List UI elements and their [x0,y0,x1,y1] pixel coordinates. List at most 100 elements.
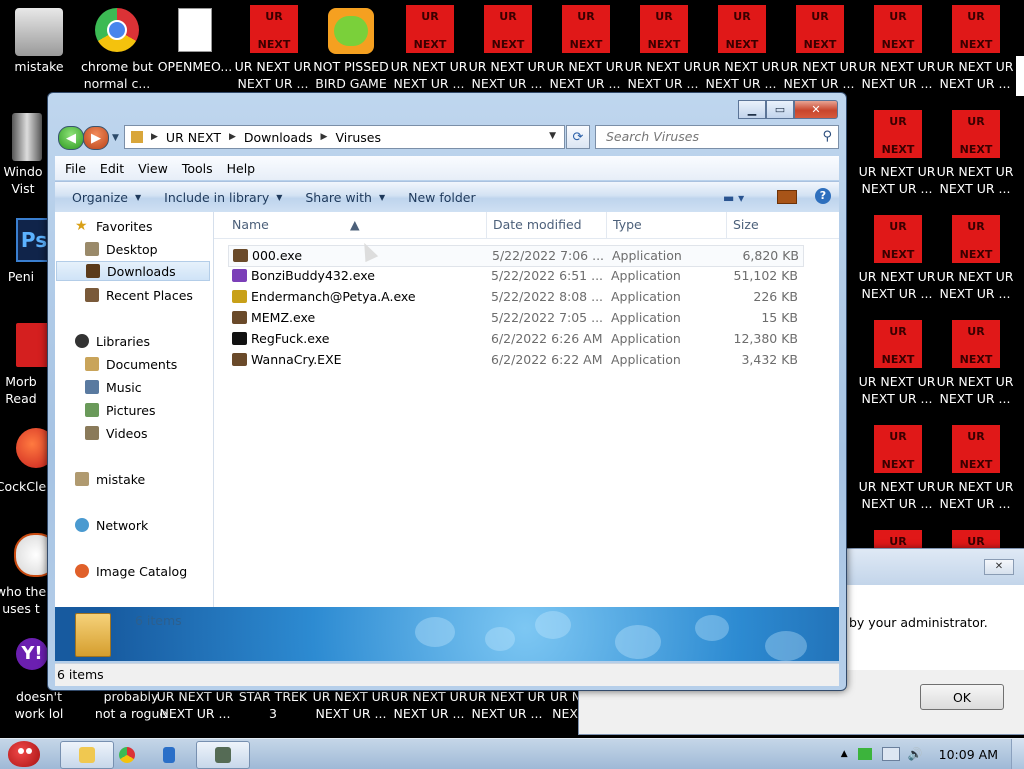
bird-eye [26,748,32,754]
desktop-icon-urnext[interactable]: UR NEXT UR NEXT UR NEXT UR ... [780,0,858,96]
organize-button[interactable]: Organize ▼ [72,190,141,205]
breadcrumb-downloads[interactable]: Downloads [244,130,313,145]
close-button[interactable]: ✕ [794,100,838,119]
breadcrumb-ur-next[interactable]: UR NEXT [166,130,221,145]
desktop-icon-urnext[interactable]: UR NEXT UR NEXT UR NEXT UR ... [546,0,624,96]
address-bar[interactable]: ▶ UR NEXT ▶ Downloads ▶ Viruses ▼ [124,125,565,149]
dialog-ok-button[interactable]: OK [920,684,1004,710]
address-dropdown-icon[interactable]: ▼ [549,131,556,141]
desktop-icon-urnext[interactable]: UR NEXT UR NEXT UR NEXT UR ... [936,105,1014,201]
nav-desktop[interactable]: Desktop [85,239,158,259]
desktop-icon-urnext[interactable]: UR NEXT UR NEXT UR NEXT UR ... [234,0,312,96]
include-in-library-button[interactable]: Include in library ▼ [164,190,282,205]
file-type: Application [611,268,681,283]
desktop-icon-label: UR NEXT UR NEXT UR ... [858,59,936,91]
recent-pages-dropdown[interactable]: ▼ [112,133,119,143]
desktop-icon-label: UR NEXT UR NEXT UR ... [624,59,702,91]
minimize-button[interactable]: ▁ [738,100,766,119]
desktop-icon-urnext[interactable]: UR NEXT UR NEXT UR NEXT UR ... [858,0,936,96]
share-with-button[interactable]: Share with ▼ [305,190,385,205]
back-button[interactable]: ◀ [58,126,84,150]
nav-label: Libraries [96,333,150,349]
desktop-icon-openmeo[interactable]: OPENMEO... [156,0,234,96]
show-desktop-button[interactable] [1011,739,1024,769]
forward-button[interactable]: ▶ [83,126,109,150]
nav-image-catalog[interactable]: Image Catalog [75,561,187,581]
network-icon [75,518,89,532]
chrome-icon [95,8,139,52]
desktop-icon-chrome[interactable]: chrome but normal c... [78,0,156,96]
power-icon[interactable] [857,748,872,760]
nav-documents[interactable]: Documents [85,354,177,374]
desktop-icon-urnext[interactable]: UR NEXT UR NEXT UR NEXT UR ... [936,210,1014,306]
nav-pictures[interactable]: Pictures [85,400,156,420]
refresh-button[interactable]: ⟳ [566,125,590,149]
desktop-icon-urnext[interactable]: UR NEXT UR NEXT UR NEXT UR ... [858,420,936,516]
column-divider[interactable] [606,212,607,238]
maximize-button[interactable]: ▭ [766,100,794,119]
nav-videos[interactable]: Videos [85,423,148,443]
desktop-icon-urnext[interactable]: UR NEXT UR NEXT UR NEXT UR ... [858,105,936,201]
desktop-icon-mistake[interactable]: mistake [0,0,78,96]
urnext-icon: URNEXT [562,5,610,53]
command-bar: Organize ▼ Include in library ▼ Share with… [55,181,839,212]
start-button[interactable] [2,733,46,769]
new-folder-button[interactable]: New folder [408,190,476,205]
desktop-icon-urnext[interactable]: UR NEXT UR NEXT UR NEXT UR ... [624,0,702,96]
network-icon[interactable] [881,747,900,761]
desktop-icon-urnext[interactable]: UR NEXT UR NEXT UR NEXT UR ... [858,210,936,306]
file-row[interactable]: Endermanch@Petya.A.exe 5/22/2022 8:08 ...… [228,287,802,307]
desktop-icon-urnext[interactable]: UR NEXT UR NEXT UR NEXT UR ... [936,0,1014,96]
column-type[interactable]: Type [613,217,642,232]
file-row[interactable]: BonziBuddy432.exe 5/22/2022 6:51 ... Appli… [228,266,802,286]
help-icon[interactable]: ? [815,188,831,204]
search-input[interactable] [596,126,806,146]
desktop-icon-label: UR N NEX [550,689,580,721]
nav-favorites[interactable]: ★ Favorites [75,216,152,236]
menu-file[interactable]: File [65,161,86,176]
column-name[interactable]: Name [232,217,269,232]
desktop-icon-urnext[interactable]: UR NEXT UR NEXT UR NEXT UR ... [468,0,546,96]
nav-libraries[interactable]: Libraries [75,331,150,351]
file-size: 15 KB [761,310,798,325]
show-hidden-icons-icon[interactable]: ▲ [841,749,848,759]
desktop-icon-label: UR NEXT UR NEXT UR ... [702,59,780,91]
menu-view[interactable]: View [138,161,168,176]
dialog-close-button[interactable]: ✕ [984,559,1014,575]
column-divider[interactable] [726,212,727,238]
downloads-icon [86,264,100,278]
preview-pane-icon[interactable] [777,190,797,204]
taskbar-app-button[interactable] [142,741,196,769]
desktop-icon-urnext[interactable]: UR NEXT UR NEXT UR NEXT UR ... [702,0,780,96]
file-row[interactable]: 000.exe 5/22/2022 7:06 ... Application 6,82… [228,245,804,267]
column-divider[interactable] [486,212,487,238]
search-box[interactable]: ⚲ [595,125,839,149]
taskbar-window-button[interactable] [196,741,250,769]
menu-help[interactable]: Help [227,161,256,176]
menu-tools[interactable]: Tools [182,161,213,176]
desktop-icon-bird-game[interactable]: NOT PISSED BIRD GAME [312,0,390,96]
nav-music[interactable]: Music [85,377,142,397]
file-row[interactable]: WannaCry.EXE 6/2/2022 6:22 AM Application 3… [228,350,802,370]
desktop-icon-urnext[interactable]: UR NEXT UR NEXT UR NEXT UR ... [936,315,1014,411]
file-row[interactable]: MEMZ.exe 5/22/2022 7:05 ... Application 15 … [228,308,802,328]
file-row[interactable]: RegFuck.exe 6/2/2022 6:26 AM Application 12… [228,329,802,349]
file-size: 6,820 KB [742,248,799,263]
menu-edit[interactable]: Edit [100,161,124,176]
nav-network[interactable]: Network [75,515,148,535]
volume-icon[interactable]: 🔊 [908,747,923,761]
column-size[interactable]: Size [733,217,759,232]
view-options-icon[interactable]: ▬ ▾ [723,191,744,205]
nav-recent-places[interactable]: Recent Places [85,285,193,305]
search-icon[interactable]: ⚲ [822,129,832,144]
desktop-icon-urnext[interactable]: UR NEXT UR NEXT UR NEXT UR ... [858,315,936,411]
desktop-icon-urnext[interactable]: UR NEXT UR NEXT UR NEXT UR ... [936,420,1014,516]
column-date-modified[interactable]: Date modified [493,217,582,232]
nav-downloads[interactable]: Downloads [56,261,210,281]
desktop-icon-urnext[interactable]: UR NEXT UR NEXT UR NEXT UR ... [390,0,468,96]
nav-user-mistake[interactable]: mistake [75,469,145,489]
window-icon [215,747,231,763]
clock[interactable]: 10:09 AM [939,747,998,762]
file-type: Application [612,248,682,263]
breadcrumb-viruses[interactable]: Viruses [335,130,381,145]
